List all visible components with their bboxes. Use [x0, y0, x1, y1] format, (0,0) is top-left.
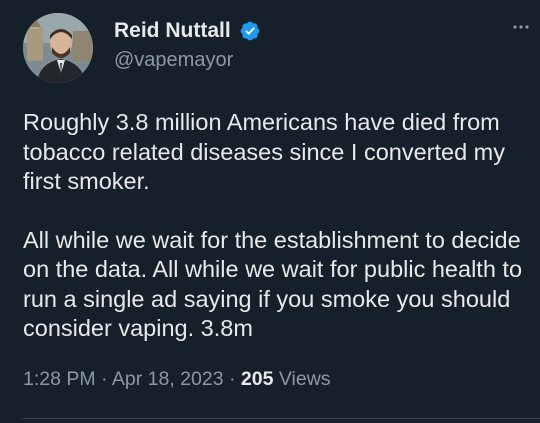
divider — [23, 418, 540, 419]
tweet-date[interactable]: Apr 18, 2023 — [112, 368, 224, 390]
tweet-text: Roughly 3.8 million Americans have died … — [23, 108, 528, 344]
tweet-paragraph: Roughly 3.8 million Americans have died … — [23, 109, 506, 194]
verified-badge-icon — [240, 21, 260, 41]
views-count[interactable]: 205 — [241, 368, 274, 390]
avatar-image — [23, 13, 93, 83]
tweet-meta: 1:28 PM · Apr 18, 2023 · 205 Views — [23, 365, 331, 393]
more-horizontal-icon — [513, 25, 529, 29]
avatar[interactable] — [23, 13, 93, 83]
author-display-name[interactable]: Reid Nuttall — [114, 18, 231, 44]
views-label: Views — [278, 368, 331, 390]
tweet-paragraph: All while we wait for the establishment … — [23, 226, 523, 342]
author-name-row: Reid Nuttall — [114, 18, 261, 44]
tweet-card: Reid Nuttall @vapemayor Roughly 3.8 mill… — [0, 0, 540, 423]
author-handle[interactable]: @vapemayor — [114, 47, 233, 73]
more-options-button[interactable] — [508, 14, 534, 40]
tweet-time[interactable]: 1:28 PM — [23, 368, 96, 390]
meta-separator: · — [228, 368, 236, 390]
meta-separator: · — [101, 368, 108, 390]
